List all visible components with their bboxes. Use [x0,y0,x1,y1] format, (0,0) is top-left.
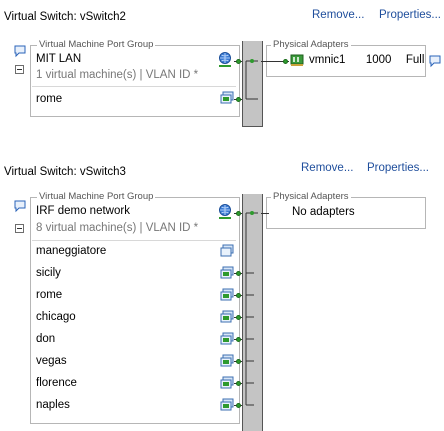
port-dot [236,271,241,276]
link-line [261,213,269,214]
adapter-speed: 1000 [365,54,392,66]
vm-name[interactable]: vegas [36,355,67,367]
no-adapters-label: No adapters [292,206,355,218]
port-group-legend: Virtual Machine Port Group [37,191,156,203]
comment-icon[interactable] [14,45,26,59]
vm-name[interactable]: maneggiatore [36,245,106,257]
vm-icon [220,332,234,345]
adapter-duplex: Full [405,54,425,66]
vm-name[interactable]: sicily [36,267,61,279]
port-dot [236,97,241,102]
vm-icon [220,398,234,411]
vm-icon [220,376,234,389]
port-group-legend: Virtual Machine Port Group [37,39,156,51]
vm-name[interactable]: chicago [36,311,76,323]
vm-name[interactable]: rome [36,289,62,301]
adapter-name: vmnic1 [309,54,346,66]
port-dot [236,315,241,320]
physical-adapters-legend: Physical Adapters [271,191,351,203]
port-dot [236,359,241,364]
vm-name[interactable]: rome [36,93,62,105]
divider [32,86,236,87]
adapter-row[interactable]: vmnic1 1000 Full [309,54,424,66]
divider [32,240,236,241]
comment-icon[interactable] [14,200,26,214]
port-group-summary: 1 virtual machine(s) | VLAN ID * [36,69,199,81]
port-group-name[interactable]: IRF demo network [36,205,130,217]
vswitch2-title: Virtual Switch: vSwitch2 [4,11,126,23]
port-group-name[interactable]: MIT LAN [36,53,81,65]
vm-icon [220,310,234,323]
port-dot [236,211,241,216]
vm-name[interactable]: don [36,333,55,345]
globe-icon [219,204,231,219]
port-dot [236,337,241,342]
vswitch2-remove-link[interactable]: Remove... [312,9,364,21]
vswitch3-title: Virtual Switch: vSwitch3 [4,166,126,178]
vm-icon [220,266,234,279]
physical-adapters-legend: Physical Adapters [271,39,351,51]
port-group-summary: 8 virtual machine(s) | VLAN ID * [36,222,199,234]
globe-icon [219,52,231,67]
port-dot [236,59,241,64]
vm-icon [220,244,234,257]
port-dot [236,403,241,408]
vswitch3-properties-link[interactable]: Properties... [367,162,429,174]
vswitch2-wiring [245,59,258,100]
vm-icon [220,354,234,367]
collapse-icon[interactable] [15,224,24,233]
vswitch3-remove-link[interactable]: Remove... [301,162,353,174]
vm-icon [220,91,234,104]
port-dot [283,59,288,64]
collapse-icon[interactable] [15,65,24,74]
nic-icon [290,54,304,66]
port-dot [236,293,241,298]
port-dot [236,381,241,386]
vm-name[interactable]: florence [36,377,77,389]
vswitch3-wiring [245,211,258,406]
vm-name[interactable]: naples [36,399,70,411]
comment-icon[interactable] [429,55,441,69]
vm-icon [220,288,234,301]
vswitch2-properties-link[interactable]: Properties... [379,9,441,21]
